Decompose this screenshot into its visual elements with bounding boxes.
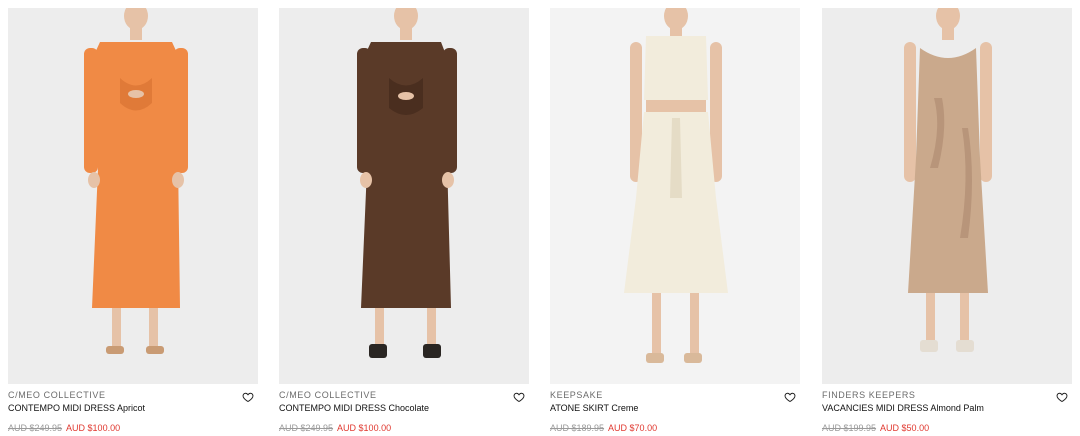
original-price: AUD $189.95: [550, 423, 605, 433]
heart-outline-icon[interactable]: [513, 390, 525, 403]
sale-price: AUD $50.00: [880, 423, 930, 433]
product-image[interactable]: [550, 8, 800, 384]
model-illustration: [357, 8, 457, 358]
product-price: AUD $189.95 AUD $70.00: [550, 422, 800, 434]
product-title[interactable]: ATONE SKIRT Creme: [550, 402, 800, 414]
product-price: AUD $249.95 AUD $100.00: [8, 422, 258, 434]
product-grid: C/MEO COLLECTIVE CONTEMPO MIDI DRESS Apr…: [0, 0, 1080, 436]
product-price: AUD $199.95 AUD $50.00: [822, 422, 1072, 434]
product-brand[interactable]: C/MEO COLLECTIVE: [279, 390, 529, 401]
product-image[interactable]: [8, 8, 258, 384]
product-title[interactable]: CONTEMPO MIDI DRESS Chocolate: [279, 402, 529, 414]
heart-outline-icon[interactable]: [784, 390, 796, 403]
heart-outline-icon[interactable]: [242, 390, 254, 403]
product-brand[interactable]: KEEPSAKE: [550, 390, 800, 401]
product-card[interactable]: C/MEO COLLECTIVE CONTEMPO MIDI DRESS Apr…: [8, 8, 258, 434]
product-card[interactable]: KEEPSAKE ATONE SKIRT Creme AUD $189.95 AU…: [550, 8, 800, 434]
model-illustration: [84, 8, 188, 354]
product-card[interactable]: C/MEO COLLECTIVE CONTEMPO MIDI DRESS Cho…: [279, 8, 529, 434]
product-title[interactable]: CONTEMPO MIDI DRESS Apricot: [8, 402, 258, 414]
model-illustration: [624, 8, 728, 363]
sale-price: AUD $100.00: [337, 423, 392, 433]
product-price: AUD $249.95 AUD $100.00: [279, 422, 529, 434]
product-title[interactable]: VACANCIES MIDI DRESS Almond Palm: [822, 402, 1072, 414]
heart-outline-icon[interactable]: [1056, 390, 1068, 403]
product-brand[interactable]: C/MEO COLLECTIVE: [8, 390, 258, 401]
sale-price: AUD $100.00: [66, 423, 121, 433]
original-price: AUD $199.95: [822, 423, 877, 433]
model-illustration: [904, 8, 992, 352]
original-price: AUD $249.95: [8, 423, 63, 433]
original-price: AUD $249.95: [279, 423, 334, 433]
sale-price: AUD $70.00: [608, 423, 658, 433]
product-brand[interactable]: FINDERS KEEPERS: [822, 390, 1072, 401]
product-image[interactable]: [279, 8, 529, 384]
product-image[interactable]: [822, 8, 1072, 384]
product-card[interactable]: FINDERS KEEPERS VACANCIES MIDI DRESS Alm…: [822, 8, 1072, 434]
